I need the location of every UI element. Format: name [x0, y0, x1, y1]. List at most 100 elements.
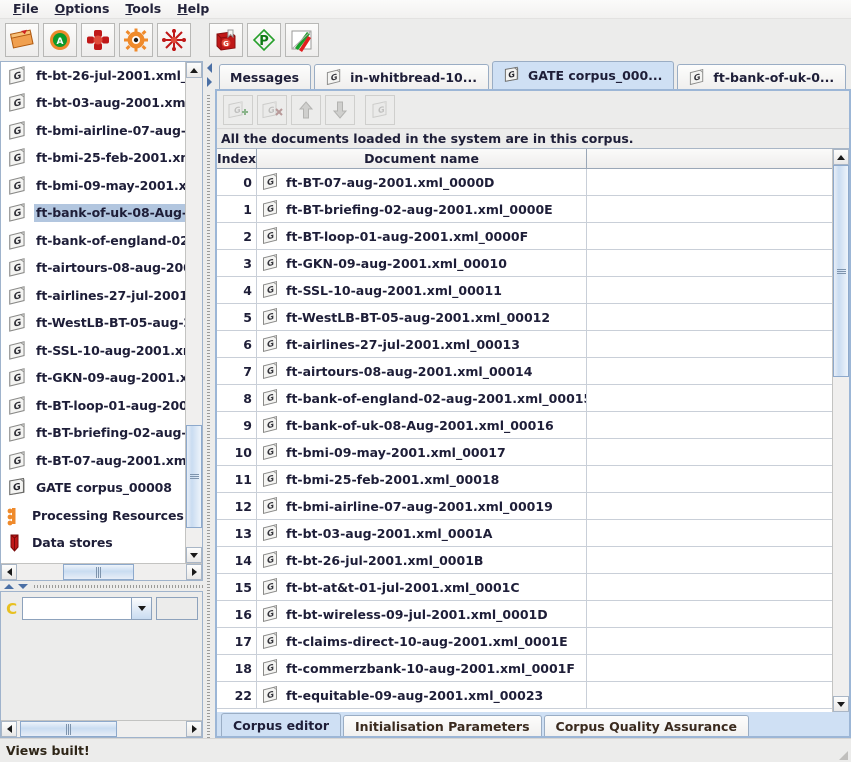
sidebar-item[interactable]: Gft-bt-03-aug-2001.xml_0001A — [1, 90, 185, 118]
table-row[interactable]: 17Gft-claims-direct-10-aug-2001.xml_0001… — [217, 628, 832, 655]
sidebar-item[interactable]: Gft-bank-of-uk-08-Aug-2001.xml_00016 — [1, 200, 185, 228]
lower-horizontal-scrollbar[interactable] — [1, 720, 202, 737]
sidebar-item[interactable]: Gft-bank-of-england-02-aug-2001.xml_0001… — [1, 227, 185, 255]
table-row[interactable]: 2Gft-BT-loop-01-aug-2001.xml_0000F — [217, 223, 832, 250]
tree-scroll-track[interactable] — [186, 78, 202, 547]
collapse-left-icon[interactable] — [207, 63, 212, 73]
new-language-resource-button[interactable] — [81, 23, 115, 57]
bottom-tab-corpus-editor[interactable]: Corpus editor — [221, 713, 341, 736]
cell-document-name: Gft-bt-26-jul-2001.xml_0001B — [257, 547, 587, 573]
sidebar-item[interactable]: Gft-airlines-27-jul-2001.xml_00013 — [1, 282, 185, 310]
table-row[interactable]: 9Gft-bank-of-uk-08-Aug-2001.xml_00016 — [217, 412, 832, 439]
sidebar-item[interactable]: Gft-BT-07-aug-2001.xml_0000D — [1, 447, 185, 475]
table-row[interactable]: 6Gft-airlines-27-jul-2001.xml_00013 — [217, 331, 832, 358]
sidebar-item[interactable]: Gft-bmi-09-may-2001.xml_00017 — [1, 172, 185, 200]
cell-index: 13 — [217, 520, 257, 546]
tree-scroll-down-button[interactable] — [186, 547, 202, 563]
table-row[interactable]: 12Gft-bmi-airline-07-aug-2001.xml_00019 — [217, 493, 832, 520]
table-row[interactable]: 5Gft-WestLB-BT-05-aug-2001.xml_00012 — [217, 304, 832, 331]
move-up-button[interactable] — [291, 95, 321, 125]
lower-combo-field[interactable] — [23, 598, 131, 619]
new-datastore-button[interactable] — [157, 23, 191, 57]
lower-scroll-left-button[interactable] — [1, 721, 17, 737]
table-row[interactable]: 13Gft-bt-03-aug-2001.xml_0001A — [217, 520, 832, 547]
left-horizontal-split-divider[interactable] — [0, 581, 203, 591]
sidebar-item[interactable]: Gft-BT-briefing-02-aug-2001.xml_0000E — [1, 420, 185, 448]
table-scroll-track[interactable] — [833, 165, 849, 696]
new-application-button[interactable] — [5, 23, 39, 57]
sidebar-item[interactable]: Gft-BT-loop-01-aug-2001.xml_0000F — [1, 392, 185, 420]
lower-hscroll-track[interactable] — [17, 721, 186, 737]
table-vertical-scrollbar[interactable] — [832, 149, 849, 712]
table-row[interactable]: 15Gft-bt-at&t-01-jul-2001.xml_0001C — [217, 574, 832, 601]
lower-scroll-right-button[interactable] — [186, 721, 202, 737]
table-row[interactable]: 7Gft-airtours-08-aug-2001.xml_00014 — [217, 358, 832, 385]
collapse-right-icon[interactable] — [207, 77, 212, 87]
lower-combo-box[interactable] — [22, 597, 152, 620]
lower-combo-arrow-button[interactable] — [131, 598, 151, 619]
sidebar-item[interactable]: Gft-WestLB-BT-05-aug-2001.xml_00012 — [1, 310, 185, 338]
tab-in-whitbread-10[interactable]: Gin-whitbread-10... — [314, 64, 489, 89]
open-document-button[interactable]: G — [365, 95, 395, 125]
tree-scroll-up-button[interactable] — [186, 62, 202, 78]
table-scroll-down-button[interactable] — [833, 696, 849, 712]
annotation-edit-button[interactable] — [285, 23, 319, 57]
tree-scroll-thumb[interactable] — [186, 425, 202, 528]
table-row[interactable]: 4Gft-SSL-10-aug-2001.xml_00011 — [217, 277, 832, 304]
main-tab-strip: MessagesGin-whitbread-10...GGATE corpus_… — [215, 61, 851, 89]
collapse-down-icon[interactable] — [18, 584, 28, 589]
tree-horizontal-scrollbar[interactable] — [1, 563, 202, 580]
tree-scroll-left-button[interactable] — [1, 564, 17, 580]
tree-hscroll-thumb[interactable] — [63, 564, 134, 580]
table-row[interactable]: 3Gft-GKN-09-aug-2001.xml_00010 — [217, 250, 832, 277]
table-scroll-thumb[interactable] — [833, 165, 849, 377]
tab-gate-corpus-000[interactable]: GGATE corpus_000... — [492, 61, 674, 89]
sidebar-item[interactable]: GGATE corpus_00008 — [1, 475, 185, 503]
lower-hscroll-thumb[interactable] — [20, 721, 116, 737]
sidebar-item[interactable]: Data stores — [1, 530, 185, 558]
column-header-index[interactable]: Index — [217, 149, 257, 168]
table-scroll-up-button[interactable] — [833, 149, 849, 165]
sidebar-item[interactable]: Gft-SSL-10-aug-2001.xml_00011 — [1, 337, 185, 365]
table-row[interactable]: 8Gft-bank-of-england-02-aug-2001.xml_000… — [217, 385, 832, 412]
cell-document-name: Gft-equitable-09-aug-2001.xml_00023 — [257, 682, 587, 708]
table-row[interactable]: 22Gft-equitable-09-aug-2001.xml_00023 — [217, 682, 832, 709]
plugin-manager-button[interactable]: P — [247, 23, 281, 57]
menu-help[interactable]: Help — [170, 0, 218, 18]
table-row[interactable]: 10Gft-bmi-09-may-2001.xml_00017 — [217, 439, 832, 466]
menu-file[interactable]: File — [6, 0, 48, 18]
table-row[interactable]: 18Gft-commerzbank-10-aug-2001.xml_0001F — [217, 655, 832, 682]
bottom-tab-initialisation-parameters[interactable]: Initialisation Parameters — [343, 715, 542, 736]
tree-hscroll-track[interactable] — [17, 564, 186, 580]
sidebar-item[interactable]: Gft-bmi-airline-07-aug-2001.xml_00019 — [1, 117, 185, 145]
table-row[interactable]: 11Gft-bmi-25-feb-2001.xml_00018 — [217, 466, 832, 493]
collapse-up-icon[interactable] — [4, 584, 14, 589]
menu-tools[interactable]: Tools — [118, 0, 170, 18]
resize-grip-icon[interactable] — [839, 751, 848, 760]
tree-vertical-scrollbar[interactable] — [185, 62, 202, 563]
annotation-diff-button[interactable]: A — [43, 23, 77, 57]
table-row[interactable]: 14Gft-bt-26-jul-2001.xml_0001B — [217, 547, 832, 574]
sidebar-item[interactable]: Gft-bmi-25-feb-2001.xml_00018 — [1, 145, 185, 173]
tab-messages[interactable]: Messages — [219, 64, 311, 89]
sidebar-item[interactable]: Gft-GKN-09-aug-2001.xml_00010 — [1, 365, 185, 393]
resources-tree[interactable]: Gft-bt-26-jul-2001.xml_0001BGft-bt-03-au… — [1, 62, 185, 563]
new-processing-resource-button[interactable] — [119, 23, 153, 57]
tree-scroll-right-button[interactable] — [186, 564, 202, 580]
cell-filler — [587, 520, 832, 546]
table-row[interactable]: 1Gft-BT-briefing-02-aug-2001.xml_0000E — [217, 196, 832, 223]
add-document-button[interactable]: G — [223, 95, 253, 125]
main-vertical-split-divider[interactable] — [203, 61, 215, 738]
bottom-tab-corpus-quality-assurance[interactable]: Corpus Quality Assurance — [544, 715, 749, 736]
sidebar-item[interactable]: Processing Resources — [1, 502, 185, 530]
move-down-button[interactable] — [325, 95, 355, 125]
sidebar-item[interactable]: Gft-bt-26-jul-2001.xml_0001B — [1, 62, 185, 90]
tab-ft-bank-of-uk-0[interactable]: Gft-bank-of-uk-0... — [677, 64, 846, 89]
remove-document-button[interactable]: G — [257, 95, 287, 125]
table-row[interactable]: 16Gft-bt-wireless-09-jul-2001.xml_0001D — [217, 601, 832, 628]
menu-options[interactable]: Options — [48, 0, 119, 18]
ready-made-application-button[interactable]: G — [209, 23, 243, 57]
table-row[interactable]: 0Gft-BT-07-aug-2001.xml_0000D — [217, 169, 832, 196]
column-header-document-name[interactable]: Document name — [257, 149, 587, 168]
sidebar-item[interactable]: Gft-airtours-08-aug-2001.xml_00014 — [1, 255, 185, 283]
